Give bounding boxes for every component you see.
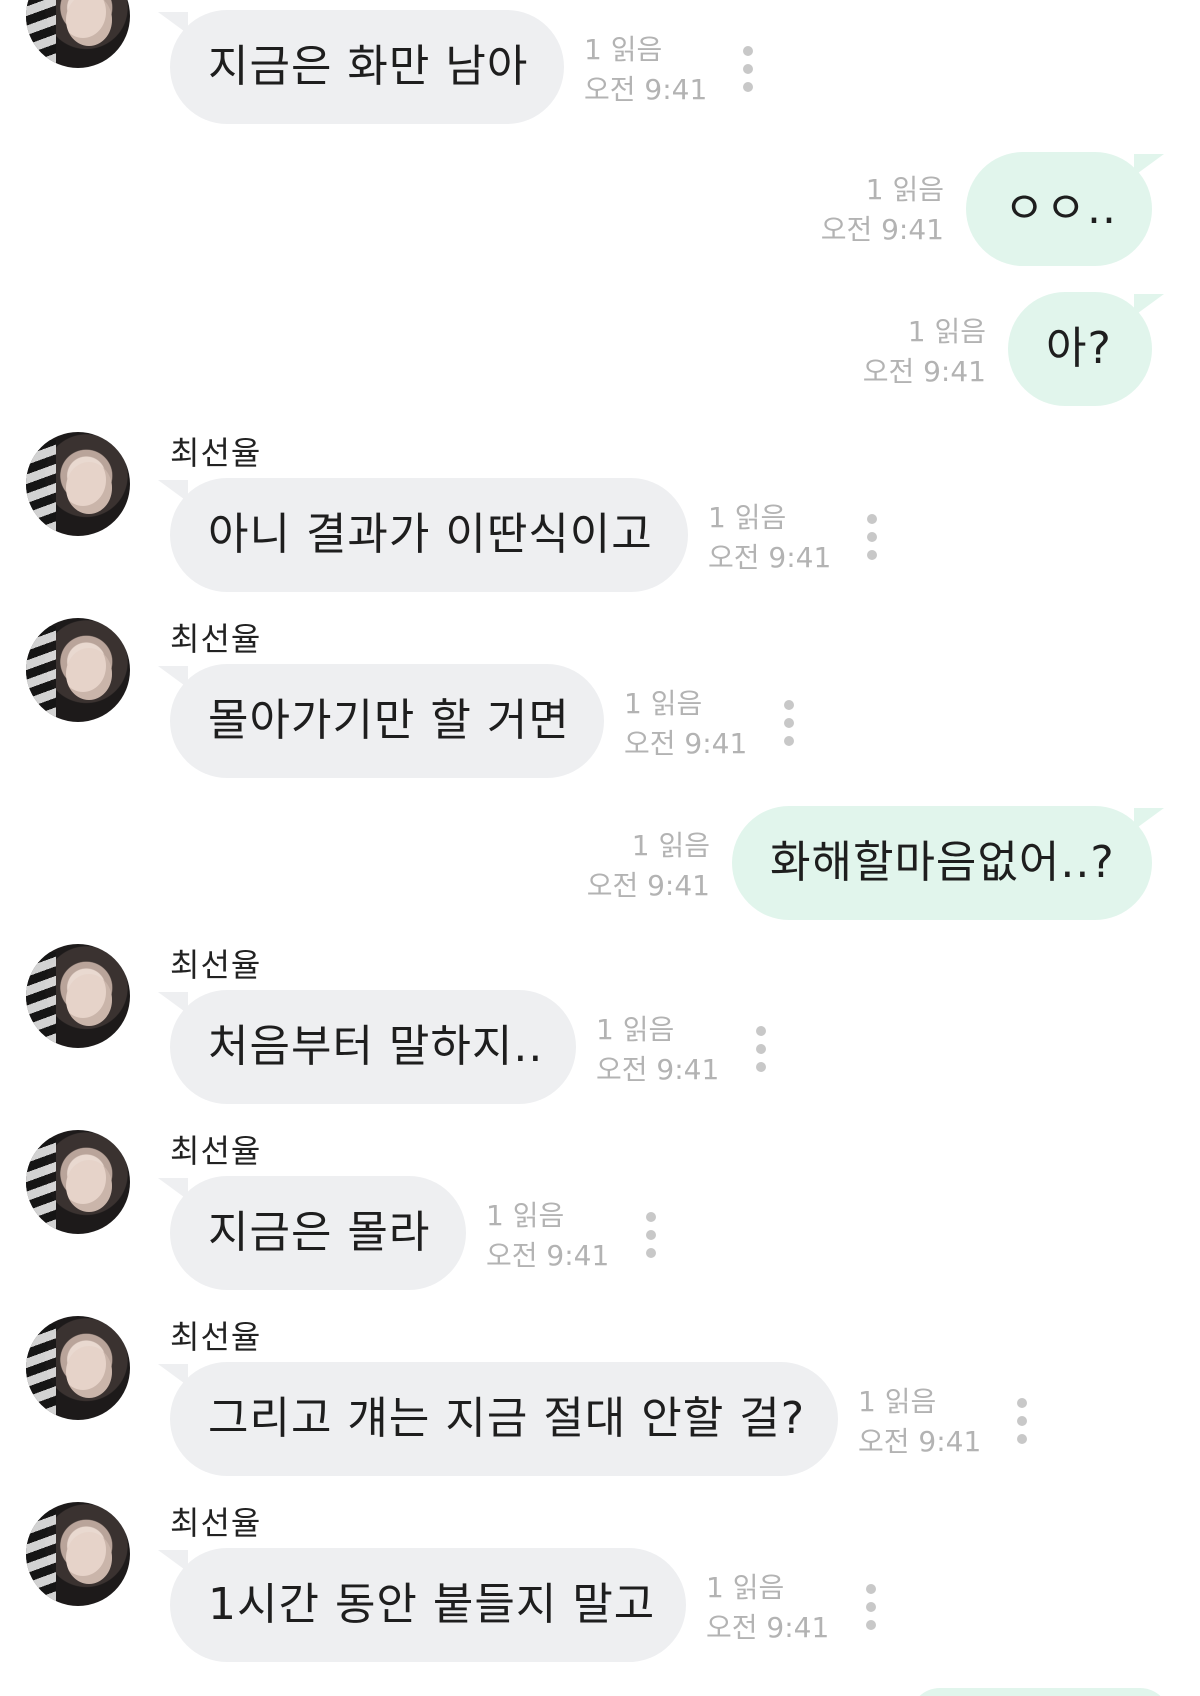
timestamp: 오전 9:41 — [624, 727, 748, 760]
read-count: 1 읽음 — [708, 501, 787, 534]
timestamp: 오전 9:41 — [820, 213, 944, 246]
message-meta: 1 읽음 오전 9:41 — [800, 170, 944, 250]
avatar[interactable] — [26, 1130, 130, 1234]
message-bubble[interactable]: 그리고 걔는 지금 절대 안할 걸? — [158, 1362, 838, 1476]
more-vertical-icon[interactable] — [864, 1584, 878, 1630]
more-vertical-icon[interactable] — [644, 1212, 658, 1258]
sender-name: 최선율 — [170, 620, 262, 658]
read-count: 1 읽음 — [706, 1571, 785, 1604]
message-meta: 1 읽음 오전 9:41 — [584, 30, 707, 110]
read-count: 1 읽음 — [907, 315, 986, 348]
timestamp: 오전 9:41 — [862, 355, 986, 388]
message-bubble[interactable]: 처음부터 말하지.. — [158, 990, 576, 1104]
message-bubble[interactable]: 지금은 화만 남아 — [158, 10, 564, 124]
message-bubble[interactable]: 1시간 동안 붙들지 말고 — [158, 1548, 686, 1662]
more-vertical-icon[interactable] — [782, 700, 796, 746]
message-bubble[interactable]: 아? — [1008, 292, 1164, 406]
avatar[interactable] — [26, 1502, 130, 1606]
more-vertical-icon[interactable] — [741, 46, 755, 92]
timestamp: 오전 9:41 — [708, 541, 832, 574]
avatar[interactable] — [26, 1316, 130, 1420]
more-vertical-icon[interactable] — [1015, 1398, 1029, 1444]
message-meta: 1 읽음 오전 9:41 — [596, 1010, 719, 1090]
avatar[interactable] — [26, 944, 130, 1048]
message-bubble[interactable]: 화해할마음없어..? — [732, 806, 1164, 920]
sender-name: 최선율 — [170, 434, 262, 472]
read-count: 1 읽음 — [858, 1385, 937, 1418]
timestamp: 오전 9:41 — [486, 1239, 610, 1272]
read-count: 1 읽음 — [865, 173, 944, 206]
read-count: 1 읽음 — [631, 829, 710, 862]
avatar[interactable] — [26, 0, 130, 68]
sender-name: 최선율 — [170, 1132, 262, 1170]
message-bubble[interactable]: ㅇㅇ.. — [966, 152, 1164, 266]
message-meta: 1 읽음 오전 9:41 — [560, 826, 710, 906]
avatar[interactable] — [26, 432, 130, 536]
timestamp: 오전 9:41 — [596, 1053, 720, 1086]
sender-name: 최선율 — [170, 946, 262, 984]
message-bubble[interactable]: 몰아가기만 할 거면 — [158, 664, 604, 778]
read-count: 1 읽음 — [624, 687, 703, 720]
more-vertical-icon[interactable] — [865, 514, 879, 560]
timestamp: 오전 9:41 — [706, 1611, 830, 1644]
message-meta: 1 읽음 오전 9:41 — [840, 312, 986, 392]
message-bubble-partial[interactable] — [910, 1688, 1170, 1696]
message-bubble[interactable]: 아니 결과가 이딴식이고 — [158, 478, 688, 592]
read-count: 1 읽음 — [486, 1199, 565, 1232]
timestamp: 오전 9:41 — [586, 869, 710, 902]
sender-name: 최선율 — [170, 1318, 262, 1356]
timestamp: 오전 9:41 — [584, 73, 708, 106]
message-meta: 1 읽음 오전 9:41 — [486, 1196, 609, 1276]
avatar[interactable] — [26, 618, 130, 722]
timestamp: 오전 9:41 — [858, 1425, 982, 1458]
message-meta: 1 읽음 오전 9:41 — [858, 1382, 981, 1462]
message-bubble[interactable]: 지금은 몰라 — [158, 1176, 466, 1290]
read-count: 1 읽음 — [596, 1013, 675, 1046]
read-count: 1 읽음 — [584, 33, 663, 66]
more-vertical-icon[interactable] — [754, 1026, 768, 1072]
message-meta: 1 읽음 오전 9:41 — [706, 1568, 829, 1648]
sender-name: 최선율 — [170, 1504, 262, 1542]
message-meta: 1 읽음 오전 9:41 — [624, 684, 747, 764]
chat-thread: 지금은 화만 남아 1 읽음 오전 9:41 1 읽음 오전 9:41 ㅇㅇ..… — [0, 0, 1200, 1696]
message-meta: 1 읽음 오전 9:41 — [708, 498, 831, 578]
